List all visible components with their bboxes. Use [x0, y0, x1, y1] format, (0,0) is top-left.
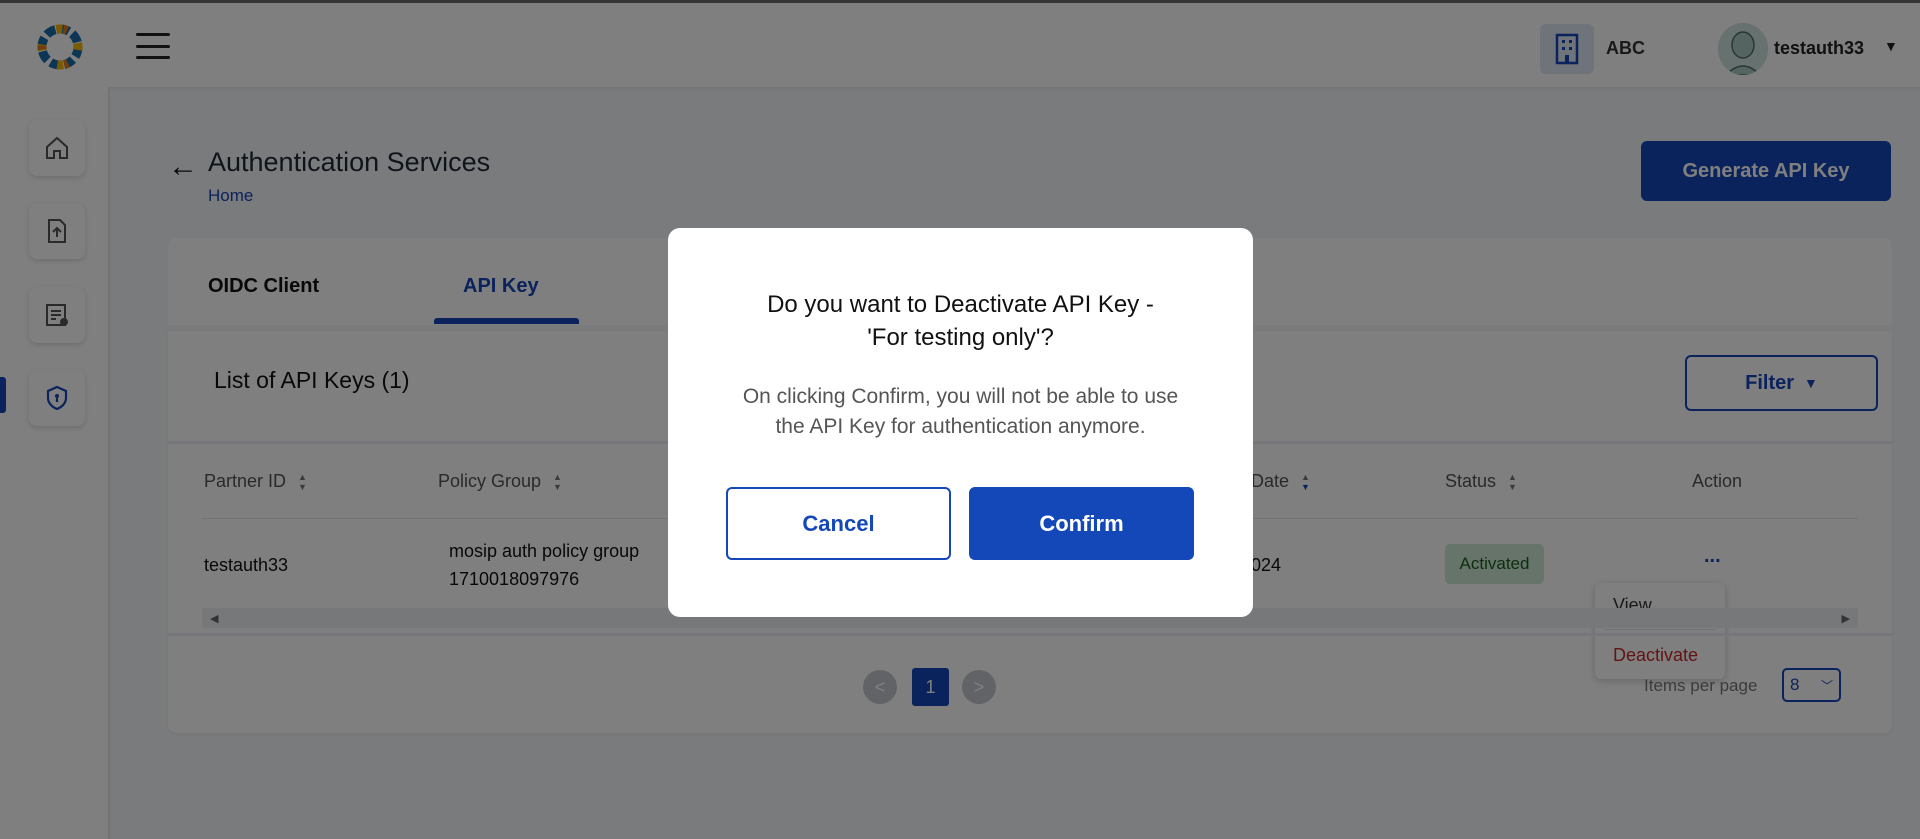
- confirm-button[interactable]: Confirm: [969, 487, 1194, 560]
- dialog-title-line-2: 'For testing only'?: [867, 324, 1054, 351]
- dialog-title-line-1: Do you want to Deactivate API Key -: [767, 291, 1154, 318]
- dialog-message: On clicking Confirm, you will not be abl…: [708, 382, 1213, 442]
- dialog-title: Do you want to Deactivate API Key - 'For…: [708, 288, 1213, 354]
- dialog-message-line-1: On clicking Confirm, you will not be abl…: [742, 385, 1179, 408]
- cancel-button[interactable]: Cancel: [726, 487, 951, 560]
- deactivate-confirm-dialog: Do you want to Deactivate API Key - 'For…: [668, 228, 1253, 617]
- dialog-message-line-2: the API Key for authentication anymore.: [775, 415, 1146, 438]
